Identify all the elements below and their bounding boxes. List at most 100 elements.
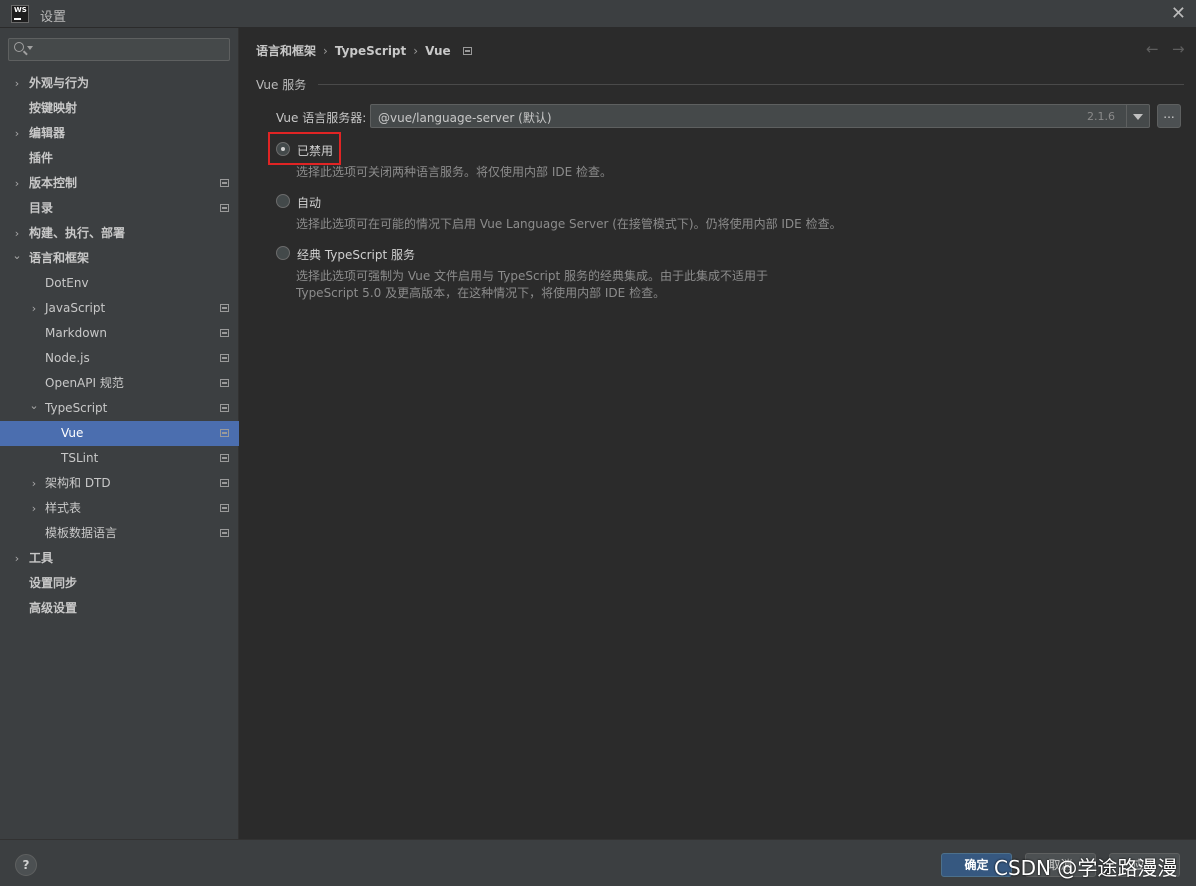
project-scope-icon xyxy=(220,404,229,412)
project-scope-icon xyxy=(220,204,229,212)
browse-button[interactable]: ... xyxy=(1157,104,1181,128)
breadcrumb-item-typescript[interactable]: TypeScript xyxy=(335,44,406,58)
sidebar-item-label: 模板数据语言 xyxy=(45,526,118,540)
sidebar-item[interactable]: DotEnv xyxy=(0,271,239,296)
sidebar-item-label: JavaScript xyxy=(45,301,106,315)
breadcrumb-separator: › xyxy=(413,44,419,58)
sidebar-item[interactable]: › 外观与行为 xyxy=(0,71,239,96)
sidebar-item-label: 构建、执行、部署 xyxy=(29,226,126,240)
server-label: Vue 语言服务器: xyxy=(276,111,367,125)
sidebar-item-label: 工具 xyxy=(29,551,54,565)
sidebar-item[interactable]: 高级设置 xyxy=(0,596,239,621)
project-scope-icon xyxy=(220,479,229,487)
sidebar-item[interactable]: › 工具 xyxy=(0,546,239,571)
option-label-disabled: 已禁用 xyxy=(297,144,334,158)
breadcrumb-separator: › xyxy=(323,44,328,58)
radio-auto[interactable] xyxy=(276,194,290,208)
dialog-footer: ? 确定 取消 应用 CSDN @学途路漫漫 xyxy=(0,839,1196,886)
sidebar-item-label: 外观与行为 xyxy=(29,76,90,90)
sidebar-item-label: 架构和 DTD xyxy=(45,476,111,490)
settings-tree: › 外观与行为 按键映射 › 编辑器 插件 › 版本控制 目录 › 构建、执行、部署 ⌄ 语言和框架 Do… xyxy=(0,71,239,621)
section-title: Vue 服务 xyxy=(256,78,307,92)
project-scope-icon xyxy=(220,504,229,512)
chevron-right-icon[interactable]: › xyxy=(11,71,23,96)
breadcrumb: 语言和框架 › TypeScript › Vue xyxy=(256,42,472,58)
search-history-dropdown-icon[interactable] xyxy=(27,46,33,50)
back-arrow-icon[interactable]: ← xyxy=(1146,40,1159,58)
sidebar-item-label: 语言和框架 xyxy=(29,251,90,265)
breadcrumb-item-vue: Vue xyxy=(425,44,451,58)
sidebar-item-label: OpenAPI 规范 xyxy=(45,376,124,390)
chevron-right-icon[interactable]: › xyxy=(11,121,23,146)
project-scope-icon xyxy=(462,47,472,55)
radio-classic-typescript[interactable] xyxy=(276,246,290,260)
sidebar-item[interactable]: TSLint xyxy=(0,446,239,471)
sidebar-item-label: 插件 xyxy=(29,151,54,165)
chevron-down-icon[interactable]: ⌄ xyxy=(28,393,40,418)
search-input[interactable] xyxy=(8,38,230,61)
option-desc-disabled: 选择此选项可关闭两种语言服务。将仅使用内部 IDE 检查。 xyxy=(296,165,612,179)
project-scope-icon xyxy=(220,354,229,362)
project-scope-icon xyxy=(220,429,229,437)
sidebar-item-label: TSLint xyxy=(61,451,99,465)
sidebar-item[interactable]: 目录 xyxy=(0,196,239,221)
combo-divider xyxy=(1126,105,1127,127)
sidebar-item[interactable]: › 版本控制 xyxy=(0,171,239,196)
project-scope-icon xyxy=(220,379,229,387)
chevron-down-icon[interactable]: ⌄ xyxy=(11,243,23,268)
chevron-right-icon[interactable]: › xyxy=(28,296,40,321)
option-label-auto: 自动 xyxy=(297,196,322,210)
sidebar-item[interactable]: 模板数据语言 xyxy=(0,521,239,546)
sidebar-item[interactable]: › 构建、执行、部署 xyxy=(0,221,239,246)
project-scope-icon xyxy=(220,179,229,187)
sidebar-item-label: Node.js xyxy=(45,351,90,365)
language-server-value: @vue/language-server (默认) xyxy=(378,111,552,125)
project-scope-icon xyxy=(220,304,229,312)
sidebar-item-label: 按键映射 xyxy=(29,101,78,115)
help-button[interactable]: ? xyxy=(15,854,37,876)
option-label-classic: 经典 TypeScript 服务 xyxy=(297,248,415,262)
language-server-select[interactable]: @vue/language-server (默认) 2.1.6 xyxy=(370,104,1150,128)
project-scope-icon xyxy=(220,329,229,337)
option-desc-classic-line2: TypeScript 5.0 及更高版本，在这种情况下，将使用内部 IDE 检查… xyxy=(296,286,666,300)
sidebar-item-label: Markdown xyxy=(45,326,107,340)
project-scope-icon xyxy=(220,529,229,537)
sidebar-item[interactable]: 设置同步 xyxy=(0,571,239,596)
sidebar-item-label: 版本控制 xyxy=(29,176,78,190)
chevron-right-icon[interactable]: › xyxy=(11,546,23,571)
forward-arrow-icon[interactable]: → xyxy=(1172,40,1185,58)
sidebar-item-label: 目录 xyxy=(29,201,54,215)
sidebar-item[interactable]: › 架构和 DTD xyxy=(0,471,239,496)
sidebar-item[interactable]: ⌄ TypeScript xyxy=(0,396,239,421)
section-divider xyxy=(318,84,1184,85)
webstorm-logo-icon: WS xyxy=(11,5,29,23)
breadcrumb-item-languages[interactable]: 语言和框架 xyxy=(256,42,316,59)
search-icon xyxy=(14,42,24,52)
sidebar-item[interactable]: Node.js xyxy=(0,346,239,371)
close-icon[interactable]: ✕ xyxy=(1171,3,1186,24)
sidebar-item[interactable]: 按键映射 xyxy=(0,96,239,121)
sidebar-item[interactable]: Markdown xyxy=(0,321,239,346)
sidebar-item[interactable]: 插件 xyxy=(0,146,239,171)
sidebar-item[interactable]: ⌄ 语言和框架 xyxy=(0,246,239,271)
watermark: CSDN @学途路漫漫 xyxy=(994,856,1178,880)
option-desc-auto: 选择此选项可在可能的情况下启用 Vue Language Server (在接管… xyxy=(296,217,842,231)
sidebar-item-label: 设置同步 xyxy=(29,576,78,590)
title-bar: WS 设置 ✕ xyxy=(0,0,1196,28)
sidebar-item-label: Vue xyxy=(61,426,84,440)
sidebar-item-label: 编辑器 xyxy=(29,126,66,140)
chevron-down-icon[interactable] xyxy=(1133,114,1143,120)
sidebar-item[interactable]: › JavaScript xyxy=(0,296,239,321)
chevron-right-icon[interactable]: › xyxy=(11,171,23,196)
chevron-right-icon[interactable]: › xyxy=(28,471,40,496)
radio-disabled[interactable] xyxy=(276,142,290,156)
settings-sidebar: › 外观与行为 按键映射 › 编辑器 插件 › 版本控制 目录 › 构建、执行、部署 ⌄ 语言和框架 Do… xyxy=(0,28,239,839)
sidebar-item-label: DotEnv xyxy=(45,276,89,290)
sidebar-item[interactable]: › 样式表 xyxy=(0,496,239,521)
sidebar-item-label: 高级设置 xyxy=(29,601,78,615)
language-server-version: 2.1.6 xyxy=(1087,110,1115,123)
window-title: 设置 xyxy=(40,10,67,25)
chevron-right-icon[interactable]: › xyxy=(28,496,40,521)
sidebar-item[interactable]: Vue xyxy=(0,421,239,446)
sidebar-item[interactable]: › 编辑器 xyxy=(0,121,239,146)
